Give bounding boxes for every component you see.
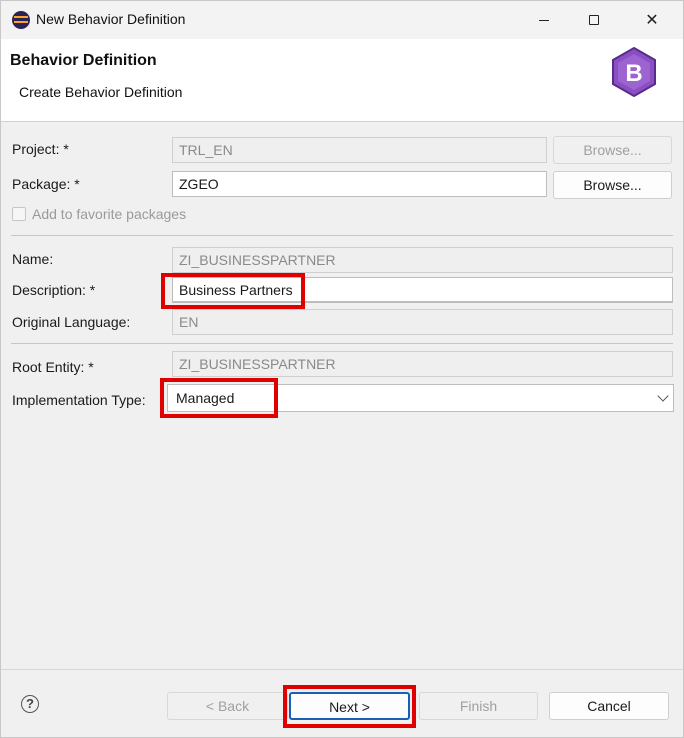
maximize-button[interactable] — [571, 1, 617, 39]
package-label: Package: * — [12, 176, 80, 192]
divider — [11, 235, 673, 236]
eclipse-icon — [12, 11, 30, 29]
root-entity-label: Root Entity: * — [12, 359, 94, 375]
minimize-button[interactable] — [521, 1, 567, 39]
back-button: < Back — [167, 692, 288, 720]
page-subtitle: Create Behavior Definition — [19, 84, 183, 100]
package-browse-button[interactable]: Browse... — [553, 171, 672, 199]
behavior-definition-logo-icon: B — [612, 46, 656, 98]
description-input[interactable]: Business Partners — [172, 277, 673, 303]
page-title: Behavior Definition — [10, 52, 157, 69]
favorite-checkbox[interactable] — [12, 207, 26, 221]
help-icon[interactable]: ? — [21, 695, 39, 713]
maximize-icon — [589, 15, 599, 25]
window-title: New Behavior Definition — [36, 11, 186, 27]
footer-divider — [1, 669, 683, 670]
wizard-header: Behavior Definition Create Behavior Defi… — [1, 39, 683, 122]
implementation-type-select[interactable]: Managed — [167, 384, 674, 412]
name-field: ZI_BUSINESSPARTNER — [172, 247, 673, 273]
divider — [11, 343, 673, 344]
logo-letter: B — [625, 60, 642, 87]
description-label: Description: * — [12, 282, 96, 298]
finish-button: Finish — [419, 692, 538, 720]
package-input[interactable]: ZGEO — [172, 171, 547, 197]
cancel-button[interactable]: Cancel — [549, 692, 669, 720]
close-icon: ✕ — [645, 12, 659, 29]
dialog-window: New Behavior Definition ✕ Behavior Defin… — [0, 0, 684, 738]
implementation-type-label: Implementation Type: — [12, 392, 146, 408]
project-field: TRL_EN — [172, 137, 547, 163]
favorite-label: Add to favorite packages — [32, 206, 187, 222]
close-button[interactable]: ✕ — [629, 1, 675, 39]
next-button[interactable]: Next > — [289, 692, 410, 720]
name-label: Name: — [12, 251, 54, 267]
chevron-down-icon — [657, 390, 669, 402]
project-browse-button: Browse... — [553, 136, 672, 164]
root-entity-field: ZI_BUSINESSPARTNER — [172, 351, 673, 377]
original-language-label: Original Language: — [12, 314, 131, 330]
implementation-type-value: Managed — [176, 390, 235, 406]
title-bar: New Behavior Definition ✕ — [1, 1, 683, 39]
project-label: Project: * — [12, 141, 69, 157]
minimize-icon — [539, 19, 549, 21]
original-language-field: EN — [172, 309, 673, 335]
